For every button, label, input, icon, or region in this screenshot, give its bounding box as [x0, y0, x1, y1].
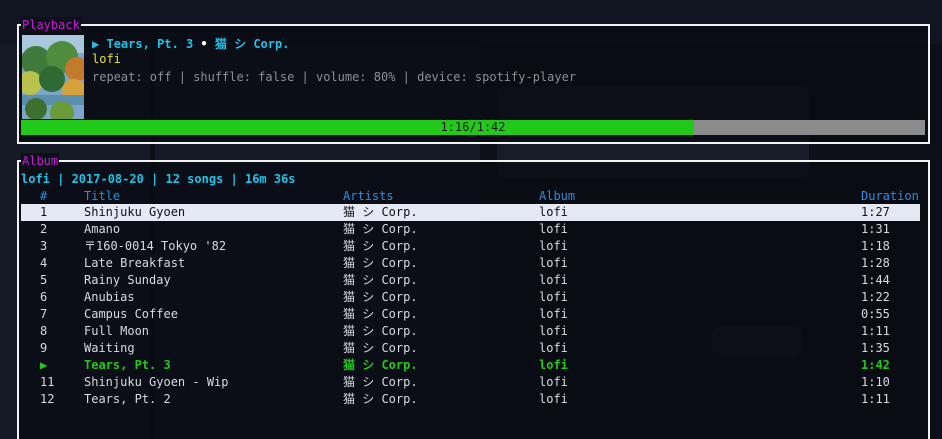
track-duration: 1:44: [861, 273, 890, 287]
track-number: ▶: [40, 358, 48, 372]
track-album: lofi: [539, 375, 568, 389]
track-duration: 1:27: [861, 204, 920, 221]
track-row[interactable]: 2 Amano 猫 シ Corp. lofi 1:31: [21, 221, 920, 238]
track-artist: 猫 シ Corp.: [343, 204, 539, 221]
track-title: Anubias: [84, 290, 135, 304]
track-duration: 1:11: [861, 324, 890, 338]
track-title: Late Breakfast: [84, 256, 186, 270]
track-title: Tears, Pt. 3: [84, 358, 171, 372]
track-row[interactable]: 1 Shinjuku Gyoen 猫 シ Corp. lofi 1:27: [21, 204, 920, 221]
track-album: lofi: [539, 341, 568, 355]
track-artist: 猫 シ Corp.: [343, 375, 418, 389]
track-number: 6: [40, 290, 48, 304]
track-number: 1: [21, 204, 84, 221]
track-duration: 1:11: [861, 392, 890, 406]
progress-label: 1:16/1:42: [440, 120, 506, 134]
track-artist-separator: •: [200, 37, 208, 51]
track-duration: 1:10: [861, 375, 890, 389]
track-title: Full Moon: [84, 324, 150, 338]
track-number: 12: [40, 392, 55, 406]
track-title: 〒160-0014 Tokyo '82: [84, 239, 227, 253]
playback-panel: Playback ▶ Tears, Pt. 3 • 猫 シ Corp. lofi…: [17, 17, 930, 144]
track-number: 4: [40, 256, 48, 270]
track-row[interactable]: 8 Full Moon 猫 シ Corp. lofi 1:11: [21, 323, 920, 340]
track-number: 9: [40, 341, 48, 355]
track-duration: 0:55: [861, 307, 890, 321]
track-title: Campus Coffee: [84, 307, 178, 321]
track-title: Shinjuku Gyoen: [84, 204, 343, 221]
track-duration: 1:42: [861, 358, 890, 372]
album-summary: lofi | 2017-08-20 | 12 songs | 16m 36s: [21, 172, 296, 186]
track-row[interactable]: 7 Campus Coffee 猫 シ Corp. lofi 0:55: [21, 306, 920, 323]
column-header-duration[interactable]: Duration: [861, 188, 920, 204]
track-title: Rainy Sunday: [84, 273, 171, 287]
track-row[interactable]: 5 Rainy Sunday 猫 シ Corp. lofi 1:44: [21, 272, 920, 289]
track-number: 5: [40, 273, 48, 287]
track-duration: 1:31: [861, 222, 890, 236]
now-playing-album: lofi: [92, 52, 121, 66]
track-number: 7: [40, 307, 48, 321]
track-album: lofi: [539, 204, 861, 221]
track-artist: 猫 シ Corp.: [343, 358, 418, 372]
track-row[interactable]: 6 Anubias 猫 シ Corp. lofi 1:22: [21, 289, 920, 306]
track-row[interactable]: 12 Tears, Pt. 2 猫 シ Corp. lofi 1:11: [21, 391, 920, 408]
track-number: 2: [40, 222, 48, 236]
track-artist: 猫 シ Corp.: [343, 256, 418, 270]
progress-bar[interactable]: 1:16/1:42: [21, 120, 925, 135]
track-number: 11: [40, 375, 55, 389]
album-panel-title: Album: [21, 153, 60, 169]
track-album: lofi: [539, 222, 568, 236]
track-duration: 1:28: [861, 256, 890, 270]
now-playing-line: ▶ Tears, Pt. 3 • 猫 シ Corp.: [92, 35, 289, 52]
track-artist: 猫 シ Corp.: [343, 392, 418, 406]
album-panel: Album lofi | 2017-08-20 | 12 songs | 16m…: [17, 153, 930, 439]
track-row[interactable]: ▶ Tears, Pt. 3 猫 シ Corp. lofi 1:42: [21, 357, 920, 374]
column-header-number[interactable]: #: [21, 188, 84, 204]
track-number: 3: [40, 239, 48, 253]
album-cover-image: [22, 35, 84, 119]
track-artist: 猫 シ Corp.: [343, 273, 418, 287]
track-album: lofi: [539, 307, 568, 321]
track-artist: 猫 シ Corp.: [343, 222, 418, 236]
playback-title: Playback: [21, 17, 81, 33]
now-playing-track: Tears, Pt. 3: [106, 37, 194, 51]
column-header-title[interactable]: Title: [84, 188, 343, 204]
play-icon: ▶: [92, 37, 100, 51]
playback-status: repeat: off | shuffle: false | volume: 8…: [92, 70, 577, 84]
track-row[interactable]: 9 Waiting 猫 シ Corp. lofi 1:35: [21, 340, 920, 357]
track-album: lofi: [539, 358, 568, 372]
track-title: Shinjuku Gyoen - Wip: [84, 375, 229, 389]
track-album: lofi: [539, 392, 568, 406]
track-title: Tears, Pt. 2: [84, 392, 171, 406]
column-header-album[interactable]: Album: [539, 188, 861, 204]
track-album: lofi: [539, 324, 568, 338]
track-row[interactable]: 3 〒160-0014 Tokyo '82 猫 シ Corp. lofi 1:18: [21, 238, 920, 255]
track-artist: 猫 シ Corp.: [343, 290, 418, 304]
track-album: lofi: [539, 256, 568, 270]
track-duration: 1:22: [861, 290, 890, 304]
now-playing-artist: 猫 シ Corp.: [214, 37, 290, 51]
column-header-artists[interactable]: Artists: [343, 188, 539, 204]
track-artist: 猫 シ Corp.: [343, 341, 418, 355]
track-album: lofi: [539, 273, 568, 287]
track-row[interactable]: 11 Shinjuku Gyoen - Wip 猫 シ Corp. lofi 1:10: [21, 374, 920, 391]
track-table-header: # Title Artists Album Duration: [21, 188, 920, 204]
track-title: Amano: [84, 222, 121, 236]
track-duration: 1:18: [861, 239, 890, 253]
track-artist: 猫 シ Corp.: [343, 239, 418, 253]
track-album: lofi: [539, 290, 568, 304]
track-number: 8: [40, 324, 48, 338]
track-artist: 猫 シ Corp.: [343, 307, 418, 321]
track-table: # Title Artists Album Duration 1 Shinjuku…: [21, 188, 920, 408]
track-duration: 1:35: [861, 341, 890, 355]
track-artist: 猫 シ Corp.: [343, 324, 418, 338]
track-title: Waiting: [84, 341, 135, 355]
track-row[interactable]: 4 Late Breakfast 猫 シ Corp. lofi 1:28: [21, 255, 920, 272]
track-album: lofi: [539, 239, 568, 253]
